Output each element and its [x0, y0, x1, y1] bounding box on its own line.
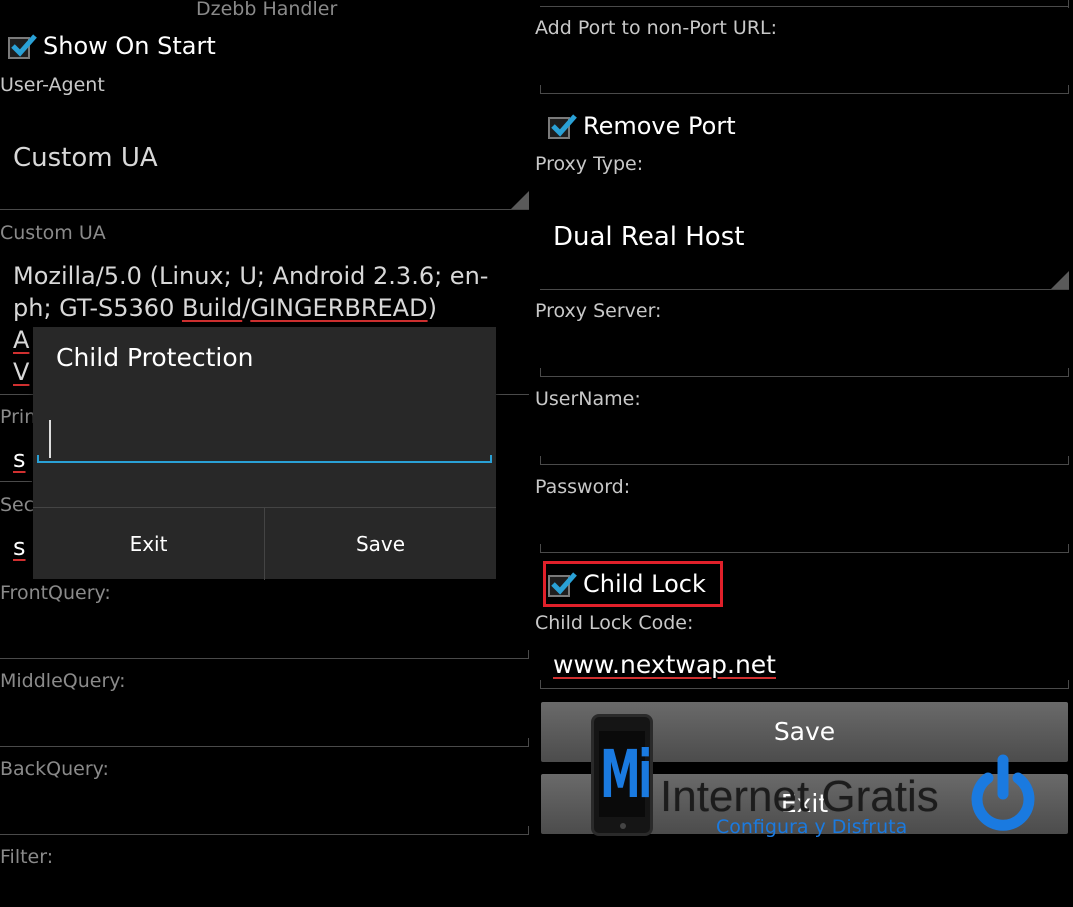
show-on-start-checkbox[interactable] — [8, 34, 37, 59]
remove-port-checkbox[interactable] — [548, 114, 577, 139]
filter-label: Filter: — [0, 846, 54, 868]
proxy-type-spinner[interactable]: Dual Real Host — [540, 190, 1069, 290]
proxy-server-input[interactable] — [540, 328, 1069, 378]
child-lock-label: Child Lock — [583, 570, 706, 598]
username-input[interactable] — [540, 416, 1069, 466]
password-underline — [540, 552, 1069, 553]
password-label: Password: — [535, 476, 631, 498]
custom-ua-label: Custom UA — [0, 222, 106, 244]
top-field-underline — [540, 6, 1069, 7]
top-field-edge — [1068, 0, 1069, 8]
child-lock-checkbox[interactable] — [548, 572, 577, 597]
dialog-input-edge-right — [490, 455, 492, 463]
add-port-label: Add Port to non-Port URL: — [535, 17, 778, 39]
spinner-arrow-icon — [511, 191, 529, 209]
dialog-title: Child Protection — [56, 343, 254, 372]
middle-query-label: MiddleQuery: — [0, 670, 126, 692]
dialog-save-button[interactable]: Save — [265, 508, 496, 580]
password-input[interactable] — [540, 504, 1069, 554]
text-cursor — [49, 420, 51, 458]
middle-query-input[interactable] — [0, 698, 529, 748]
password-edge-left — [540, 544, 541, 552]
back-query-edge — [528, 826, 529, 834]
child-lock-code-underline — [540, 688, 1069, 689]
child-lock-code-input[interactable]: www.nextwap.net — [540, 640, 1069, 690]
child-lock-code-label: Child Lock Code: — [535, 612, 694, 634]
child-protection-dialog: Child Protection Exit Save — [33, 327, 496, 580]
user-agent-value: Custom UA — [13, 143, 158, 173]
middle-query-underline — [0, 746, 529, 747]
front-query-edge — [528, 650, 529, 658]
add-port-edge-right — [1068, 85, 1069, 93]
dialog-input-underline — [37, 461, 492, 463]
add-port-edge-left — [540, 85, 541, 93]
username-edge-left — [540, 456, 541, 464]
user-agent-label: User-Agent — [0, 74, 105, 96]
proxy-server-edge-right — [1068, 368, 1069, 376]
add-port-input[interactable] — [540, 45, 1069, 95]
custom-ua-gingerbread: GINGERBREAD — [250, 294, 428, 322]
username-edge-right — [1068, 456, 1069, 464]
front-query-input[interactable] — [0, 610, 529, 660]
custom-ua-paren: ) — [427, 294, 437, 322]
secondary-label: Sec — [0, 494, 35, 516]
front-query-underline — [0, 658, 529, 659]
back-query-underline — [0, 834, 529, 835]
dialog-exit-button[interactable]: Exit — [33, 508, 264, 580]
password-edge-right — [1068, 544, 1069, 552]
remove-port-label: Remove Port — [583, 112, 736, 140]
secondary-value: s — [13, 533, 26, 561]
child-lock-code-edge-left — [540, 680, 541, 688]
front-query-label: FrontQuery: — [0, 582, 111, 604]
dialog-code-input[interactable] — [33, 412, 496, 467]
dialog-input-edge-left — [37, 455, 39, 463]
custom-ua-build: Build — [181, 294, 243, 322]
proxy-type-underline — [540, 289, 1069, 290]
middle-query-edge — [528, 738, 529, 746]
proxy-server-label: Proxy Server: — [535, 300, 662, 322]
back-query-input[interactable] — [0, 786, 529, 836]
username-underline — [540, 464, 1069, 465]
custom-ua-line-3: A — [13, 326, 30, 354]
custom-ua-line-4: V — [13, 358, 30, 386]
proxy-server-edge-left — [540, 368, 541, 376]
check-icon — [551, 114, 577, 137]
custom-ua-line-1: Mozilla/5.0 (Linux; U; Android 2.3.6; en… — [13, 262, 489, 290]
proxy-server-underline — [540, 376, 1069, 377]
back-query-label: BackQuery: — [0, 758, 109, 780]
dialog-button-bar: Exit Save — [33, 507, 496, 580]
exit-button[interactable]: Exit — [541, 774, 1068, 834]
handler-title: Dzebb Handler — [196, 0, 338, 20]
proxy-type-label: Proxy Type: — [535, 153, 644, 175]
primary-value: s — [13, 445, 26, 473]
child-lock-code-value: www.nextwap.net — [553, 650, 776, 679]
user-agent-underline — [0, 209, 529, 210]
check-icon — [551, 572, 577, 595]
user-agent-spinner[interactable]: Custom UA — [0, 110, 529, 210]
show-on-start-label: Show On Start — [43, 32, 216, 60]
proxy-type-value: Dual Real Host — [553, 222, 745, 252]
username-label: UserName: — [535, 388, 641, 410]
primary-underline — [0, 481, 32, 482]
spinner-arrow-icon — [1051, 271, 1069, 289]
custom-ua-line-2a: ph; GT-S5360 — [13, 294, 182, 322]
add-port-underline — [540, 93, 1069, 94]
check-icon — [11, 34, 37, 57]
child-lock-code-edge-right — [1068, 680, 1069, 688]
save-button[interactable]: Save — [541, 702, 1068, 762]
